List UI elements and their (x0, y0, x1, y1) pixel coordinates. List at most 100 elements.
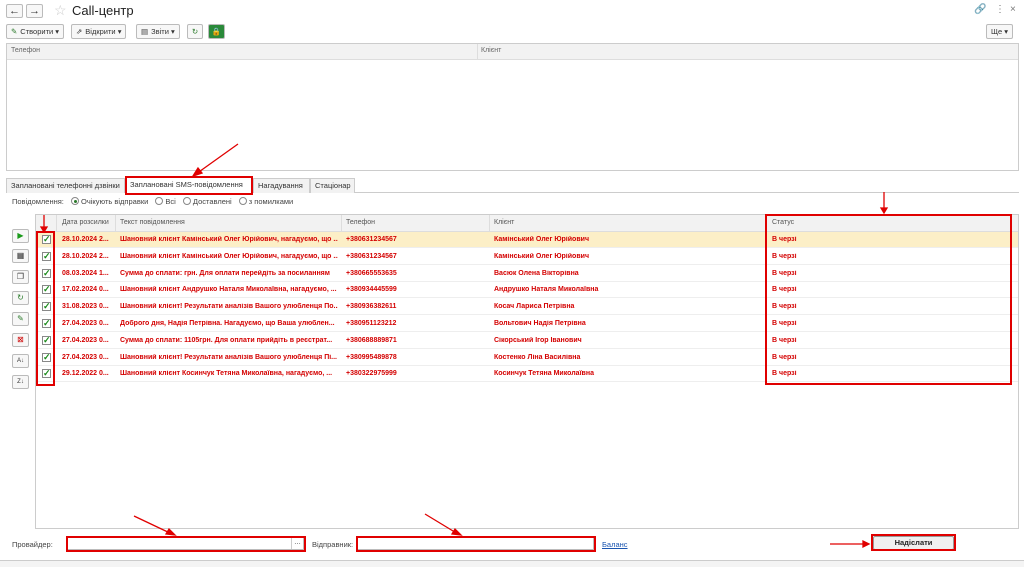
edit-list-icon: ▦ (16, 251, 25, 260)
cell-phone: +380934445599 (346, 286, 397, 294)
copy-button[interactable]: ❐ (12, 270, 29, 284)
cell-phone: +380631234567 (346, 236, 397, 243)
cell-phone: +380936382611 (346, 303, 397, 311)
delete-icon: ⊠ (17, 335, 24, 344)
cell-client: Косинчук Тетяна Миколаївна (494, 370, 594, 378)
table-row[interactable]: ✓ 31.08.2023 0... Шановний клієнт! Результ… (36, 299, 1018, 316)
cell-status: В черзі (772, 286, 797, 294)
open-button[interactable]: ⇗ Відкрити ▾ (71, 24, 127, 39)
edit-list-button[interactable]: ▦ (12, 249, 29, 263)
cell-text: Шановний клієнт! Результати аналізів Ваш… (120, 303, 338, 311)
open-link-icon: ⇗ (76, 27, 83, 36)
table-row[interactable]: ✓ 27.04.2023 0... Сумма до сплати: 1105грн… (36, 333, 1018, 349)
link-icon[interactable]: 🔗 (974, 4, 986, 15)
row-checkbox[interactable]: ✓ (42, 369, 51, 379)
cell-status: В черзі (772, 252, 797, 260)
table-row[interactable]: ✓ 27.04.2023 0... Доброго дня, Надія Петрі… (36, 316, 1018, 332)
table-row[interactable]: ✓ 08.03.2024 1... Сумма до сплати: грн. Дл… (36, 266, 1018, 282)
pencil-icon: ✎ (11, 27, 18, 36)
row-checkbox[interactable]: ✓ (42, 235, 51, 244)
cell-client: Сікорський Ігор Іванович (494, 336, 582, 344)
cell-client: Андрушко Наталя Миколаївна (494, 286, 599, 294)
cell-status: В черзі (772, 303, 797, 311)
col-client: Клієнт (481, 47, 502, 54)
cell-client: Вольтович Надія Петрівна (494, 320, 586, 327)
cell-client: Костенко Ліна Василівна (494, 353, 581, 361)
row-checkbox[interactable]: ✓ (42, 251, 51, 261)
cell-date: 27.04.2023 0... (62, 320, 109, 327)
col-status[interactable]: Статус (772, 219, 794, 226)
row-checkbox[interactable]: ✓ (42, 352, 51, 362)
sort-asc-button[interactable]: A↓ (12, 354, 29, 368)
refresh-button[interactable]: ↻ (187, 24, 203, 39)
row-checkbox[interactable]: ✓ (42, 335, 51, 345)
table-row[interactable]: ✓ 27.04.2023 0... Шановний клієнт! Результ… (36, 350, 1018, 366)
favorite-star-icon[interactable]: ☆ (54, 2, 67, 19)
table-row[interactable]: ✓ 28.10.2024 2... Шановний клієнт Камінськ… (36, 232, 1018, 248)
message-filter: Повідомлення: Очікують відправки Всі Дос… (12, 197, 294, 206)
refresh-icon: ↻ (191, 27, 199, 36)
cell-phone: +380631234567 (346, 252, 397, 260)
table-row[interactable]: ✓ 17.02.2024 0... Шановний клієнт Андрушко… (36, 282, 1018, 299)
cell-client: Васюк Олена Вікторівна (494, 269, 579, 277)
cell-phone: +380322975999 (346, 370, 397, 378)
more-button[interactable]: Ще ▾ (986, 24, 1014, 39)
sort-desc-button[interactable]: Z↓ (12, 375, 29, 389)
row-checkbox[interactable]: ✓ (42, 302, 51, 312)
forward-button[interactable]: → (26, 4, 43, 18)
table-row[interactable]: ✓ 29.12.2022 0... Шановний клієнт Косинчук… (36, 366, 1018, 383)
lock-icon: 🔒 (211, 27, 222, 36)
col-phone[interactable]: Телефон (346, 219, 375, 226)
tab-inpatient[interactable]: Стаціонар (310, 178, 355, 193)
cell-status: В черзі (772, 353, 797, 361)
cell-date: 31.08.2023 0... (62, 303, 109, 311)
row-checkbox[interactable]: ✓ (42, 319, 51, 328)
sort-asc-icon: A↓ (16, 358, 24, 364)
col-client[interactable]: Клієнт (494, 219, 514, 226)
cell-status: В черзі (772, 336, 797, 344)
report-icon: ▤ (141, 27, 149, 36)
lock-button[interactable]: 🔒 (208, 24, 225, 39)
tab-planned-calls[interactable]: Заплановані телефонні дзвінки (6, 178, 125, 193)
back-button[interactable]: ← (6, 4, 23, 18)
balance-link[interactable]: Баланс (602, 540, 628, 549)
delete-button[interactable]: ⊠ (12, 333, 29, 347)
close-icon[interactable]: × (1010, 4, 1016, 15)
tab-planned-sms[interactable]: Заплановані SMS-повідомлення (125, 177, 253, 193)
table-row[interactable]: ✓ 28.10.2024 2... Шановний клієнт Камінськ… (36, 249, 1018, 265)
more-vertical-icon[interactable]: ⋮ (995, 4, 1005, 15)
send-button[interactable]: Надіслати (873, 536, 954, 550)
cell-phone: +380665553635 (346, 269, 397, 277)
cell-text: Доброго дня, Надія Петрівна. Нагадуємо, … (120, 320, 335, 327)
radio-pending[interactable] (71, 197, 79, 205)
tab-reminders[interactable]: Нагадування (253, 178, 310, 193)
radio-delivered[interactable] (182, 197, 191, 205)
col-phone: Телефон (11, 47, 41, 54)
col-text[interactable]: Текст повідомлення (120, 219, 185, 226)
page-title: Call-центр (72, 3, 134, 18)
refresh-list-button[interactable]: ↻ (12, 291, 29, 305)
row-checkbox[interactable]: ✓ (42, 268, 51, 278)
send-selected-button[interactable]: ▶ (12, 229, 29, 243)
sms-table-header: Дата розсилки Текст повідомлення Телефон… (36, 215, 1018, 232)
cell-date: 17.02.2024 0... (62, 286, 109, 294)
row-checkbox[interactable]: ✓ (42, 285, 51, 295)
col-date[interactable]: Дата розсилки (62, 219, 109, 226)
cell-text: Шановний клієнт Андрушко Наталя Миколаїв… (120, 286, 337, 294)
calls-table[interactable]: Телефон Клієнт (6, 43, 1019, 171)
radio-errors[interactable] (238, 197, 247, 205)
create-button[interactable]: ✎ Створити ▾ (6, 24, 65, 39)
cell-date: 28.10.2024 2... (62, 236, 109, 243)
sender-input[interactable] (357, 537, 594, 550)
reports-button[interactable]: ▤ Звіти ▾ (136, 24, 180, 39)
cell-status: В черзі (772, 370, 797, 378)
pencil-icon: ✎ (17, 314, 24, 323)
provider-input[interactable]: … (67, 537, 304, 550)
radio-all[interactable] (155, 197, 164, 205)
select-button[interactable]: … (291, 538, 303, 549)
cell-client: Камінський Олег Юрійович (494, 236, 590, 243)
edit-button[interactable]: ✎ (12, 312, 29, 326)
play-icon: ▶ (17, 231, 24, 240)
sender-label: Відправник: (312, 540, 354, 549)
sms-table[interactable]: Дата розсилки Текст повідомлення Телефон… (35, 214, 1019, 529)
